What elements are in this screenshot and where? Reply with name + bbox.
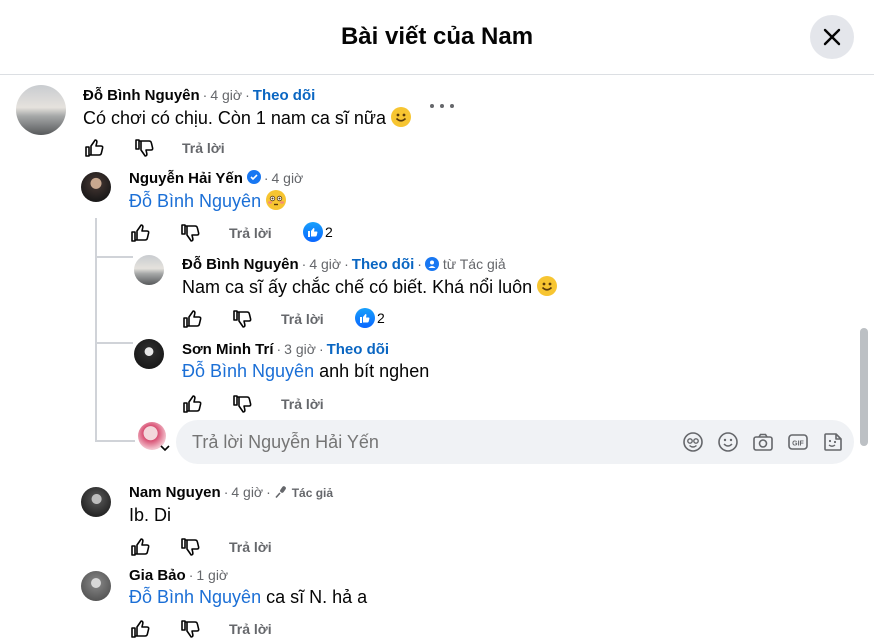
comment-actions: Trả lời xyxy=(129,618,329,640)
like-icon[interactable] xyxy=(181,393,203,415)
like-icon[interactable] xyxy=(129,618,151,640)
mention-link[interactable]: Đỗ Bình Nguyên xyxy=(182,361,314,381)
chevron-down-icon[interactable] xyxy=(160,444,170,452)
comment-text: Có chơi có chịu. Còn 1 nam ca sĩ nữa xyxy=(83,107,412,129)
mention-link[interactable]: Đỗ Bình Nguyên xyxy=(129,191,261,211)
avatar[interactable] xyxy=(81,571,111,601)
author-name[interactable]: Sơn Minh Trí xyxy=(182,341,274,358)
close-button[interactable] xyxy=(810,15,854,59)
like-reaction-icon xyxy=(303,222,323,242)
camera-icon[interactable] xyxy=(752,431,774,453)
dislike-icon[interactable] xyxy=(231,308,253,330)
reply-button[interactable]: Trả lời xyxy=(182,140,225,156)
comment-time[interactable]: 4 giờ xyxy=(210,87,242,103)
flushed-emoji-icon xyxy=(266,190,287,210)
follow-link[interactable]: Theo dõi xyxy=(253,87,316,104)
avatar[interactable] xyxy=(16,85,66,135)
mention-link[interactable]: Đỗ Bình Nguyên xyxy=(129,587,261,607)
reaction-count: 2 xyxy=(325,224,333,240)
comment-time[interactable]: 4 giờ xyxy=(309,256,341,272)
like-icon[interactable] xyxy=(129,536,151,558)
comment-text: Ib. Di xyxy=(129,505,172,525)
dialog-header: Bài viết của Nam xyxy=(0,0,874,75)
mic-icon xyxy=(275,486,286,499)
comment-actions: Trả lời xyxy=(181,393,381,415)
thread-line xyxy=(95,256,133,258)
dislike-icon[interactable] xyxy=(179,618,201,640)
dislike-icon[interactable] xyxy=(231,393,253,415)
thread-line xyxy=(95,218,97,442)
dialog-title: Bài viết của Nam xyxy=(340,23,534,50)
dislike-icon[interactable] xyxy=(179,222,201,244)
like-icon[interactable] xyxy=(83,137,105,159)
gif-icon[interactable]: GIF xyxy=(787,431,809,453)
comment-meta: Đỗ Bình Nguyên · 4 giờ · Theo dõi xyxy=(83,87,316,104)
comment-time[interactable]: 4 giờ xyxy=(231,484,263,500)
comment-meta: Đỗ Bình Nguyên · 4 giờ · Theo dõi · từ Tác gi… xyxy=(182,256,506,273)
author-badge-icon xyxy=(424,257,439,271)
follow-link[interactable]: Theo dõi xyxy=(327,341,390,358)
author-name[interactable]: Nam Nguyen xyxy=(129,484,221,501)
comment-text: Nam ca sĩ ấy chắc chế có biết. Khá nổi l… xyxy=(182,276,558,298)
close-icon xyxy=(823,28,841,46)
reply-button[interactable]: Trả lời xyxy=(229,225,272,241)
avatar[interactable] xyxy=(134,339,164,369)
reply-button[interactable]: Trả lời xyxy=(229,621,272,637)
like-icon[interactable] xyxy=(129,222,151,244)
comment-text: Đỗ Bình Nguyên xyxy=(129,190,287,212)
comment-meta: Sơn Minh Trí · 3 giờ · Theo dõi xyxy=(182,341,390,358)
reply-button[interactable]: Trả lời xyxy=(281,311,324,327)
follow-link[interactable]: Theo dõi xyxy=(352,256,415,273)
like-icon[interactable] xyxy=(181,308,203,330)
comment-time[interactable]: 1 giờ xyxy=(196,567,228,583)
comment-text: Đỗ Bình Nguyên ca sĩ N. hả a xyxy=(129,587,368,607)
author-name[interactable]: Đỗ Bình Nguyên xyxy=(83,87,200,104)
comment-meta: Gia Bảo · 1 giờ xyxy=(129,567,229,584)
author-badge: Tác giả xyxy=(291,486,334,500)
reply-button[interactable]: Trả lời xyxy=(281,396,324,412)
avatar[interactable] xyxy=(81,172,111,202)
svg-text:GIF: GIF xyxy=(792,441,804,448)
comment-meta: Nam Nguyen · 4 giờ · Tác giả xyxy=(129,484,334,501)
comment-time[interactable]: 3 giờ xyxy=(284,341,316,357)
comment-meta: Nguyễn Hải Yến · 4 giờ xyxy=(129,170,304,187)
verified-badge-icon xyxy=(246,170,261,184)
more-options-button[interactable] xyxy=(430,96,454,116)
comment-actions: Trả lời xyxy=(129,536,329,558)
author-name[interactable]: Nguyễn Hải Yến xyxy=(129,170,243,187)
comment-actions: Trả lời 2 xyxy=(129,222,349,244)
thread-line xyxy=(95,440,135,442)
scrollbar-thumb[interactable] xyxy=(860,328,868,446)
reply-composer: GIF xyxy=(176,420,854,464)
smile-emoji-icon xyxy=(391,107,412,127)
sticker-icon[interactable] xyxy=(822,431,844,453)
author-name[interactable]: Gia Bảo xyxy=(129,567,186,584)
thread-line xyxy=(95,342,133,344)
author-name[interactable]: Đỗ Bình Nguyên xyxy=(182,256,299,273)
comment-time[interactable]: 4 giờ xyxy=(271,170,303,186)
like-reaction-icon xyxy=(355,308,375,328)
comment-text: Đỗ Bình Nguyên anh bít nghen xyxy=(182,361,430,381)
reaction-summary[interactable]: 2 xyxy=(303,222,333,242)
reply-button[interactable]: Trả lời xyxy=(229,539,272,555)
avatar[interactable] xyxy=(81,487,111,517)
reaction-count: 2 xyxy=(377,310,385,326)
reply-input[interactable] xyxy=(192,432,662,453)
smile-emoji-icon xyxy=(537,276,558,296)
comment-actions: Trả lời 2 xyxy=(181,308,401,330)
dislike-icon[interactable] xyxy=(133,137,155,159)
reaction-summary[interactable]: 2 xyxy=(355,308,385,328)
avatar[interactable] xyxy=(134,255,164,285)
emoji-icon[interactable] xyxy=(717,431,739,453)
dislike-icon[interactable] xyxy=(179,536,201,558)
avatar-sticker-icon[interactable] xyxy=(682,431,704,453)
comment-actions: Trả lời xyxy=(83,137,283,159)
author-badge: từ Tác giả xyxy=(442,256,506,272)
